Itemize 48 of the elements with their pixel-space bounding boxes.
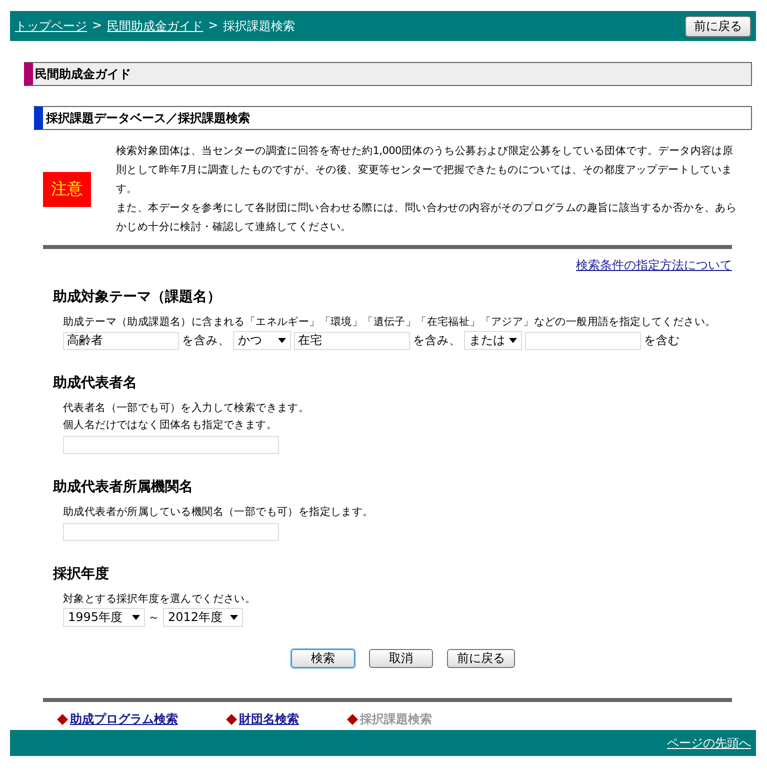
theme-input-field[interactable]: 高齢者 <box>63 332 179 350</box>
label: を含み、 <box>413 333 461 348</box>
label: を含む <box>644 333 680 348</box>
label: を含み、 <box>182 333 230 348</box>
caret-icon <box>509 338 517 343</box>
section-heading: 民間助成金ガイド <box>24 62 752 86</box>
diamond-icon <box>57 714 68 724</box>
breadcrumb-link[interactable]: 民間助成金ガイド <box>107 18 204 34</box>
back-button[interactable]: 前に戻る <box>685 16 751 36</box>
dropdown[interactable]: かつ <box>233 331 291 350</box>
footer-nav-current: 採択課題検索 <box>360 710 432 728</box>
text-input-field[interactable] <box>63 436 279 454</box>
breadcrumb-link[interactable]: トップページ <box>15 18 87 34</box>
notice-paragraph: 検索対象団体は、当センターの調査に回答を寄せた約1,000団体のうち公募および限定公募をしている団体です。データ内容は原則として昨年7月に調査したものですが、その後、変更等センターで把握できたものについては、その都度アップデートしています。 <box>115 144 734 197</box>
dropdown[interactable]: 2012年度 <box>163 608 243 627</box>
field-hint: 助成テーマ（助成課題名）に含まれる「エネルギー」「環境」「遺伝子」「在宅福祉」「アジア」などの一般用語を指定してください。 <box>62 315 717 330</box>
notice-paragraph: また、本データを参考にして各財団に問い合わせる際には、問い合わせの内容がそのプログラムの趣旨に該当するか否かを、あらかじめ十分に検討・確認して連絡してください。 <box>115 201 738 235</box>
breadcrumb-separator: > <box>92 18 102 34</box>
field-hint: 代表者名（一部でも可）を入力して検索できます。 <box>62 401 310 416</box>
caret-icon <box>132 615 140 620</box>
footer-nav-link[interactable]: 助成プログラム検索 <box>70 710 178 728</box>
help-link[interactable]: 検索条件の指定方法について <box>576 257 732 274</box>
field-heading: 採択年度 <box>53 565 110 583</box>
form-button[interactable]: 検索 <box>291 649 355 668</box>
notice-badge: 注意 <box>43 172 91 207</box>
field-hint: 助成代表者が所属している機関名（一部でも可）を指定します。 <box>62 505 374 520</box>
caret-icon <box>230 615 238 620</box>
form-button[interactable]: 取消 <box>369 649 433 668</box>
range-separator: ～ <box>148 610 160 625</box>
diamond-icon <box>226 714 237 724</box>
theme-input-field[interactable] <box>525 332 641 350</box>
field-hint: 個人名だけではなく団体名も指定できます。 <box>62 418 278 433</box>
field-hint: 対象とする採択年度を選んでください。 <box>62 592 257 607</box>
field-heading: 助成代表者所属機関名 <box>53 478 194 496</box>
footer-nav-link[interactable]: 財団名検索 <box>239 710 299 728</box>
diamond-icon <box>347 714 358 724</box>
dropdown[interactable]: 1995年度 <box>63 608 145 627</box>
field-heading: 助成対象テーマ（課題名） <box>53 288 222 306</box>
breadcrumb-current: 採択課題検索 <box>223 18 296 34</box>
text-input-field[interactable] <box>63 523 279 541</box>
page-top-link[interactable]: ページの先頭へ <box>667 734 751 752</box>
theme-input-field[interactable]: 在宅 <box>294 332 410 350</box>
field-heading: 助成代表者名 <box>53 374 138 392</box>
subsection-heading: 採択課題データベース／採択課題検索 <box>34 106 752 130</box>
form-button[interactable]: 前に戻る <box>447 649 515 668</box>
breadcrumb-separator: > <box>208 18 218 34</box>
caret-icon <box>278 338 286 343</box>
dropdown[interactable]: または <box>464 331 522 350</box>
